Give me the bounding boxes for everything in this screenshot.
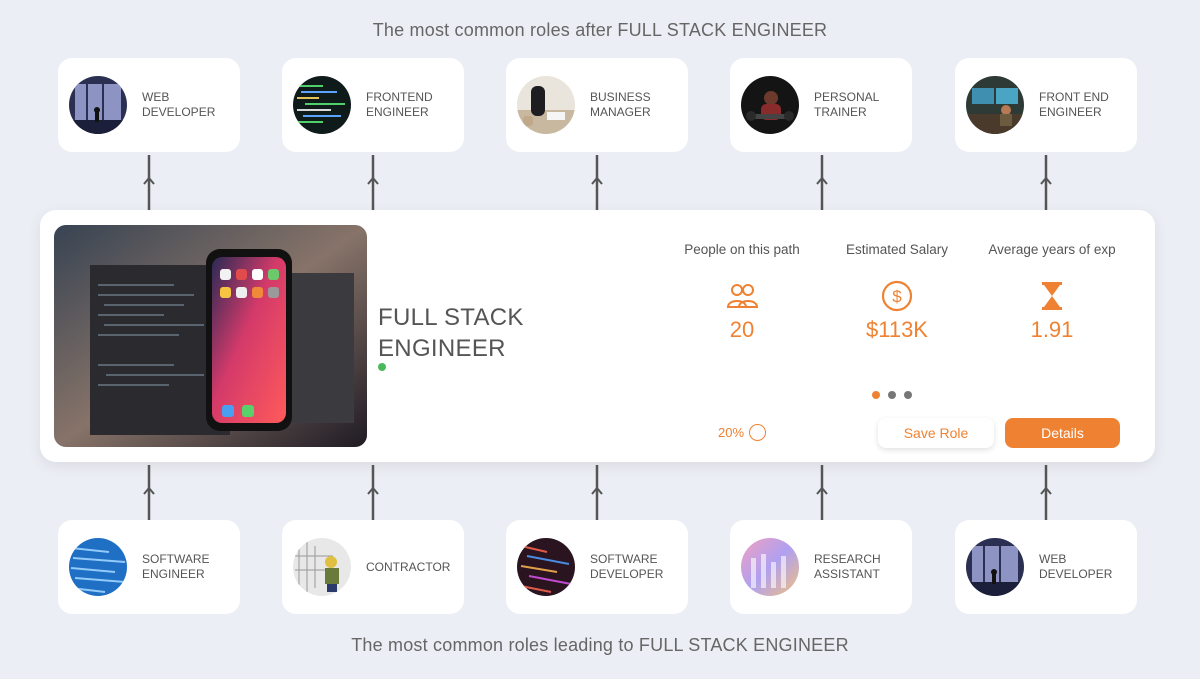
arrow-up-icon — [590, 462, 604, 520]
role-avatar — [966, 76, 1024, 134]
next-role-card-personal-trainer[interactable]: PERSONAL TRAINER — [730, 58, 912, 152]
progress-text: 20% — [718, 425, 745, 440]
stat-estimated-salary: Estimated Salary $ $113K — [845, 242, 949, 342]
role-label: RESEARCH ASSISTANT — [814, 552, 881, 581]
role-avatar — [69, 76, 127, 134]
stat-people-on-path: People on this path 20 — [684, 242, 800, 342]
role-label: BUSINESS MANAGER — [590, 90, 651, 119]
status-indicator — [378, 363, 386, 371]
prev-role-card-software-developer[interactable]: SOFTWARE DEVELOPER — [506, 520, 688, 614]
role-avatar — [293, 76, 351, 134]
arrow-up-icon — [1039, 462, 1053, 520]
arrow-up-icon — [366, 152, 380, 210]
arrow-up-icon — [1039, 152, 1053, 210]
role-label: FRONT END ENGINEER — [1039, 90, 1109, 119]
next-roles-heading: The most common roles after FULL STACK E… — [372, 20, 828, 40]
next-role-card-web-developer[interactable]: WEB DEVELOPER — [58, 58, 240, 152]
arrow-up-icon — [142, 462, 156, 520]
arrow-up-icon — [142, 152, 156, 210]
role-label: FRONTEND ENGINEER — [366, 90, 433, 119]
role-label: WEB DEVELOPER — [1039, 552, 1113, 581]
role-avatar — [741, 76, 799, 134]
role-avatar — [517, 538, 575, 596]
next-role-card-business-manager[interactable]: BUSINESS MANAGER — [506, 58, 688, 152]
role-avatar — [966, 538, 1024, 596]
role-label: SOFTWARE DEVELOPER — [590, 552, 664, 581]
role-avatar — [69, 538, 127, 596]
progress-ring-icon — [749, 424, 767, 441]
role-label: WEB DEVELOPER — [142, 90, 216, 119]
role-avatar — [293, 538, 351, 596]
current-role-title: FULL STACK ENGINEER — [378, 304, 524, 362]
arrow-up-icon — [590, 152, 604, 210]
prev-role-card-web-developer[interactable]: WEB DEVELOPER — [955, 520, 1137, 614]
prev-roles-heading: The most common roles leading to FULL ST… — [351, 635, 849, 655]
role-label: PERSONAL TRAINER — [814, 90, 880, 119]
stat-average-years: Average years of exp 1.91 — [988, 242, 1116, 342]
hourglass-icon — [1035, 279, 1069, 313]
role-label: SOFTWARE ENGINEER — [142, 552, 210, 581]
carousel-dot[interactable] — [904, 391, 912, 399]
current-role-card: FULL STACK ENGINEER People on this path 2… — [40, 210, 1155, 462]
carousel-dot[interactable] — [872, 391, 880, 399]
details-button[interactable]: Details — [1005, 418, 1120, 448]
carousel-dot[interactable] — [888, 391, 896, 399]
dollar-icon: $ — [880, 279, 914, 313]
progress-indicator: 20% — [718, 424, 767, 441]
people-icon — [725, 279, 759, 313]
role-hero-image — [54, 225, 367, 447]
arrow-up-icon — [815, 462, 829, 520]
carousel-dots — [872, 391, 912, 399]
role-avatar — [741, 538, 799, 596]
prev-role-card-research-assistant[interactable]: RESEARCH ASSISTANT — [730, 520, 912, 614]
svg-text:$: $ — [892, 287, 902, 306]
role-avatar — [517, 76, 575, 134]
save-role-button[interactable]: Save Role — [878, 418, 994, 448]
prev-role-card-software-engineer[interactable]: SOFTWARE ENGINEER — [58, 520, 240, 614]
next-role-card-frontend-engineer[interactable]: FRONTEND ENGINEER — [282, 58, 464, 152]
prev-role-card-contractor[interactable]: CONTRACTOR — [282, 520, 464, 614]
arrow-up-icon — [815, 152, 829, 210]
next-role-card-front-end-engineer[interactable]: FRONT END ENGINEER — [955, 58, 1137, 152]
arrow-up-icon — [366, 462, 380, 520]
role-label: CONTRACTOR — [366, 559, 451, 574]
